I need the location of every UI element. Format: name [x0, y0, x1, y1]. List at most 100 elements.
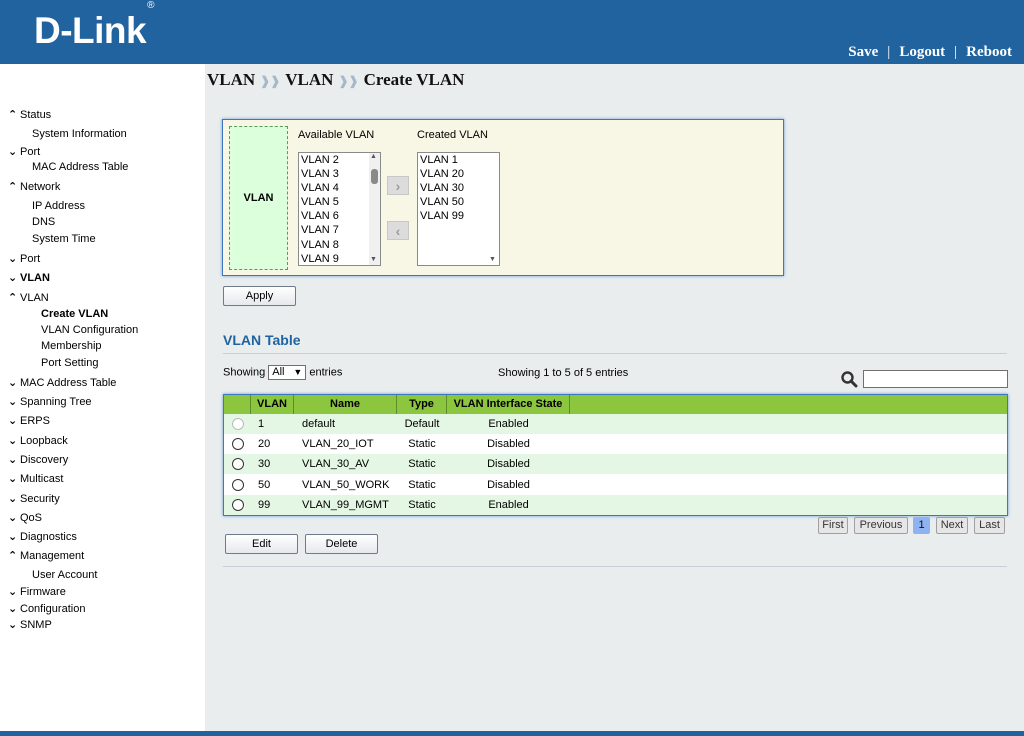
- move-right-button[interactable]: ›: [387, 176, 409, 195]
- scroll-up-icon[interactable]: ▲: [370, 153, 377, 160]
- column-header-vlan[interactable]: VLAN: [251, 395, 294, 414]
- search-input[interactable]: [863, 370, 1008, 388]
- cell-type: Static: [408, 458, 436, 471]
- sidebar-item-membership[interactable]: Membership: [41, 340, 102, 352]
- sidebar-item-network[interactable]: ⌃ Network: [8, 180, 60, 193]
- breadcrumb: VLAN ❱❱ VLAN ❱❱ Create VLAN: [207, 70, 464, 90]
- cell-vlan: 20: [258, 438, 271, 451]
- breadcrumb-item[interactable]: VLAN: [285, 70, 333, 89]
- sidebar-item-port[interactable]: ⌄ Port: [8, 252, 40, 265]
- sidebar-item-port[interactable]: ⌄ Port: [8, 145, 40, 158]
- column-header-state[interactable]: VLAN Interface State: [447, 395, 570, 414]
- sidebar-item-label: VLAN: [20, 292, 49, 304]
- sidebar-item-label: MAC Address Table: [32, 161, 129, 173]
- pager-previous-button[interactable]: Previous: [854, 517, 908, 534]
- row-select-radio[interactable]: [232, 498, 244, 511]
- page-size-control: Showing All ▼ entries: [223, 365, 343, 380]
- reboot-link[interactable]: Reboot: [966, 44, 1012, 60]
- sidebar-item-multicast[interactable]: ⌄ Multicast: [8, 472, 63, 485]
- cell-name: VLAN_50_WORK: [302, 478, 390, 491]
- scroll-down-icon[interactable]: ▼: [370, 256, 377, 263]
- sidebar-item-user-account[interactable]: User Account: [32, 569, 97, 581]
- table-row[interactable]: 1 default Default Enabled: [224, 414, 1007, 434]
- available-vlan-option[interactable]: VLAN 4: [299, 181, 380, 195]
- available-vlan-option[interactable]: VLAN 9: [299, 252, 380, 265]
- sidebar-item-label: MAC Address Table: [20, 377, 117, 389]
- scroll-down-icon[interactable]: ▼: [489, 256, 496, 263]
- pager-next-button[interactable]: Next: [936, 517, 968, 534]
- move-left-button[interactable]: ‹: [387, 221, 409, 240]
- sidebar-item-status[interactable]: ⌃ Status: [8, 108, 51, 121]
- table-row[interactable]: 30 VLAN_30_AV Static Disabled: [224, 454, 1007, 475]
- scroll-thumb[interactable]: [371, 169, 378, 184]
- available-vlan-option[interactable]: VLAN 3: [299, 167, 380, 181]
- created-vlan-list[interactable]: VLAN 1 VLAN 20 VLAN 30 VLAN 50 VLAN 99 ▼: [417, 152, 500, 266]
- row-select-radio[interactable]: [232, 478, 244, 491]
- sidebar-item-create-vlan[interactable]: Create VLAN: [41, 308, 108, 320]
- available-vlan-option[interactable]: VLAN 8: [299, 238, 380, 252]
- edit-button[interactable]: Edit: [225, 534, 298, 554]
- sidebar-item-ip-address[interactable]: IP Address: [32, 200, 85, 212]
- sidebar-item-dns[interactable]: DNS: [32, 216, 55, 228]
- save-link[interactable]: Save: [848, 44, 878, 60]
- table-row[interactable]: 50 VLAN_50_WORK Static Disabled: [224, 474, 1007, 495]
- chevron-down-icon: ⌄: [8, 146, 18, 158]
- sidebar-item-spanning-tree[interactable]: ⌄ Spanning Tree: [8, 395, 92, 408]
- sidebar-item-vlan[interactable]: ⌄ VLAN: [8, 271, 50, 284]
- apply-button[interactable]: Apply: [223, 286, 296, 306]
- created-vlan-option[interactable]: VLAN 99: [418, 209, 499, 223]
- scrollbar[interactable]: ▲ ▼: [369, 153, 380, 265]
- available-vlan-option[interactable]: VLAN 5: [299, 195, 380, 209]
- sidebar-item-management[interactable]: ⌃ Management: [8, 549, 84, 562]
- created-vlan-option[interactable]: VLAN 1: [418, 153, 499, 167]
- pager-page-1[interactable]: 1: [913, 517, 930, 534]
- column-header-name[interactable]: Name: [294, 395, 397, 414]
- created-vlan-option[interactable]: VLAN 50: [418, 195, 499, 209]
- sidebar-item-label: Port Setting: [41, 357, 99, 369]
- created-vlan-option[interactable]: VLAN 30: [418, 181, 499, 195]
- sidebar-nav: ⌃ Status System Information ⌄ Port MAC Addres…: [0, 64, 205, 731]
- sidebar-item-erps[interactable]: ⌄ ERPS: [8, 414, 50, 427]
- table-row[interactable]: 99 VLAN_99_MGMT Static Enabled: [224, 494, 1007, 515]
- create-vlan-panel: VLAN Available VLAN Created VLAN VLAN 2V…: [222, 119, 784, 276]
- sidebar-item-system-time[interactable]: System Time: [32, 233, 96, 245]
- sidebar-item-snmp[interactable]: ⌄ SNMP: [8, 618, 52, 631]
- sidebar-item-configuration[interactable]: ⌄ Configuration: [8, 602, 85, 615]
- sidebar-item-firmware[interactable]: ⌄ Firmware: [8, 585, 66, 598]
- sidebar-item-discovery[interactable]: ⌄ Discovery: [8, 453, 68, 466]
- sidebar-item-mac-address-table[interactable]: MAC Address Table: [32, 161, 128, 173]
- row-select-radio[interactable]: [232, 438, 244, 451]
- cell-vlan: 1: [258, 418, 265, 430]
- sidebar-item-mac-address-table[interactable]: ⌄ MAC Address Table: [8, 376, 116, 389]
- sidebar-item-diagnostics[interactable]: ⌄ Diagnostics: [8, 530, 77, 543]
- sidebar-item-port-setting[interactable]: Port Setting: [41, 357, 98, 369]
- breadcrumb-separator-icon: ❱❱: [260, 74, 281, 88]
- sidebar-item-security[interactable]: ⌄ Security: [8, 492, 60, 505]
- available-vlan-option[interactable]: VLAN 6: [299, 209, 380, 223]
- available-vlan-option[interactable]: VLAN 7: [299, 223, 380, 237]
- logout-link[interactable]: Logout: [899, 44, 945, 60]
- pager-first-button[interactable]: First: [818, 517, 848, 534]
- page-size-select[interactable]: All ▼: [268, 365, 307, 380]
- created-vlan-option[interactable]: VLAN 20: [418, 167, 499, 181]
- sidebar-item-qos[interactable]: ⌄ QoS: [8, 511, 42, 524]
- page-title: Create VLAN: [363, 70, 465, 89]
- cell-name: VLAN_99_MGMT: [302, 498, 389, 511]
- available-vlan-option[interactable]: VLAN 2: [299, 153, 380, 167]
- sidebar-item-system-information[interactable]: System Information: [32, 128, 127, 140]
- breadcrumb-item[interactable]: VLAN: [207, 70, 255, 89]
- scrollbar[interactable]: ▼: [488, 153, 499, 265]
- row-select-radio[interactable]: [232, 458, 244, 471]
- pager-last-button[interactable]: Last: [974, 517, 1005, 534]
- sidebar-item-label: Firmware: [20, 586, 66, 598]
- table-row[interactable]: 20 VLAN_20_IOT Static Disabled: [224, 434, 1007, 455]
- sidebar-item-loopback[interactable]: ⌄ Loopback: [8, 434, 68, 447]
- column-header-type[interactable]: Type: [397, 395, 447, 414]
- sidebar-item-vlan-configuration[interactable]: VLAN Configuration: [41, 324, 138, 336]
- available-vlan-list[interactable]: VLAN 2 VLAN 3 VLAN 4 VLAN 5 VLAN 6 VLAN 7 VLAN…: [298, 152, 381, 266]
- chevron-down-icon: ⌄: [8, 253, 18, 265]
- delete-button[interactable]: Delete: [305, 534, 378, 554]
- chevron-left-icon: ‹: [395, 222, 401, 239]
- header-links: Save | Logout | Reboot: [848, 44, 1012, 60]
- sidebar-item-vlan[interactable]: ⌃ VLAN: [8, 291, 49, 304]
